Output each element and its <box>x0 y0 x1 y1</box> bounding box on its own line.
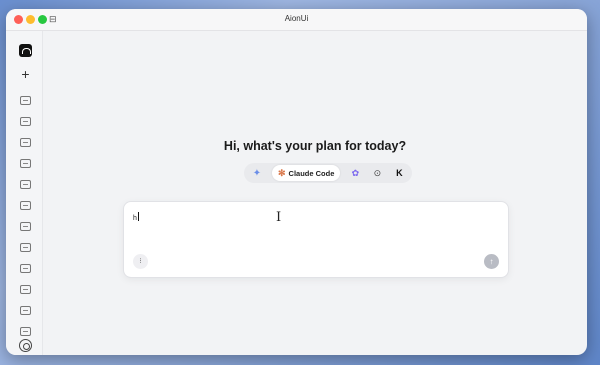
message-input[interactable]: h I ⁝ ↑ <box>123 201 509 278</box>
chat-icon[interactable] <box>20 243 31 252</box>
claude-icon: ✻ <box>278 167 286 178</box>
app-window: ⊟ AionUi + Hi, what's your plan for toda… <box>6 9 587 355</box>
window-title: AionUi <box>284 14 309 23</box>
agent-label: Claude Code <box>288 168 335 178</box>
plus-icon[interactable]: + <box>19 67 32 81</box>
gemini-icon[interactable]: ✦ <box>250 165 264 181</box>
attach-button[interactable]: ⁝ <box>133 254 148 269</box>
purple-agent-icon[interactable]: ✿ <box>348 165 362 181</box>
chat-icon[interactable] <box>20 96 31 105</box>
chat-icon[interactable] <box>20 201 31 210</box>
gear-icon[interactable] <box>19 339 32 352</box>
chat-icon[interactable] <box>20 117 31 126</box>
agent-selector: ✦ ✻ Claude Code ✿ ⊙ K <box>244 163 413 183</box>
chat-icon[interactable] <box>20 327 31 336</box>
chat-icon[interactable] <box>20 222 31 231</box>
input-value: h <box>133 212 139 222</box>
chat-icon[interactable] <box>20 264 31 273</box>
agent-claude-code-button[interactable]: ✻ Claude Code <box>272 165 341 181</box>
codex-icon[interactable]: ⊙ <box>370 165 384 181</box>
chat-icon[interactable] <box>20 306 31 315</box>
title-bar: ⊟ AionUi <box>6 9 587 31</box>
app-logo-icon <box>19 44 32 57</box>
chat-icon[interactable] <box>20 180 31 189</box>
kimi-icon[interactable]: K <box>392 165 406 181</box>
main-panel: Hi, what's your plan for today? ✦ ✻ Clau… <box>43 31 587 355</box>
sidebar: + <box>6 31 43 355</box>
chat-icon[interactable] <box>20 159 31 168</box>
chat-icon[interactable] <box>20 138 31 147</box>
text-cursor-icon: I <box>276 210 282 225</box>
send-button[interactable]: ↑ <box>484 254 499 269</box>
chat-icon[interactable] <box>20 285 31 294</box>
page-title: Hi, what's your plan for today? <box>223 139 407 153</box>
